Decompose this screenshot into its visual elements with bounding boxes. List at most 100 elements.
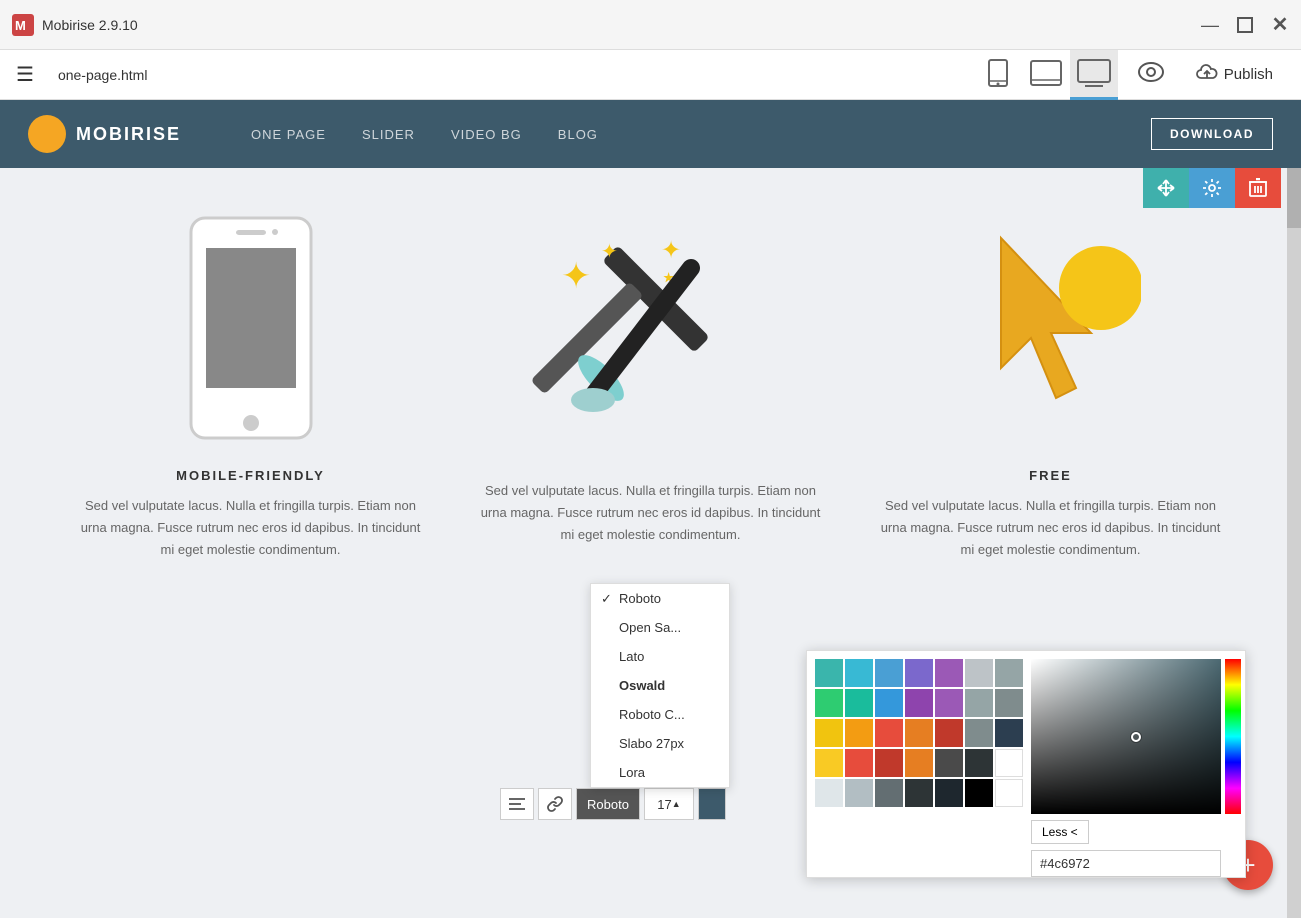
swatch-lt-gray2[interactable]	[845, 779, 873, 807]
app-navigation: MOBIRISE ONE PAGE SLIDER VIDEO BG BLOG D…	[0, 100, 1301, 168]
color-gradient-picker[interactable]	[1031, 659, 1221, 814]
maximize-button[interactable]	[1237, 17, 1253, 33]
font-option-lato[interactable]: Lato	[591, 642, 729, 671]
nav-one-page[interactable]: ONE PAGE	[251, 123, 326, 146]
feature-desc-mobile: Sed vel vulputate lacus. Nulla et fringi…	[81, 495, 421, 561]
app-brand: MOBIRISE	[28, 115, 181, 153]
swatch-dark2[interactable]	[935, 749, 963, 777]
svg-text:✦: ✦	[661, 237, 681, 264]
current-file: one-page.html	[58, 67, 954, 83]
minimize-button[interactable]: —	[1201, 16, 1219, 34]
swatch-mid-gray[interactable]	[875, 779, 903, 807]
swatch-gray-light[interactable]	[965, 659, 993, 687]
swatch-yellow2[interactable]	[815, 749, 843, 777]
font-color-button[interactable]	[698, 788, 726, 820]
title-bar: M Mobirise 2.9.10 — ✕	[0, 0, 1301, 50]
nav-video-bg[interactable]: VIDEO BG	[451, 123, 522, 146]
swatch-yellow[interactable]	[815, 719, 843, 747]
move-block-button[interactable]	[1143, 168, 1189, 208]
close-button[interactable]: ✕	[1271, 16, 1289, 34]
phone-illustration	[171, 208, 331, 448]
swatch-orange2[interactable]	[845, 749, 873, 777]
swatch-dark[interactable]	[965, 719, 993, 747]
swatch-white[interactable]	[995, 749, 1023, 777]
swatch-dark3[interactable]	[965, 749, 993, 777]
swatch-pumpkin[interactable]	[905, 749, 933, 777]
swatch-pure-black[interactable]	[965, 779, 993, 807]
app-logo-icon: M	[12, 14, 34, 36]
font-size-button[interactable]: 17 ▲	[644, 788, 694, 820]
mobile-view-button[interactable]	[974, 50, 1022, 100]
swatch-cyan[interactable]	[845, 659, 873, 687]
svg-text:✦: ✦	[601, 241, 618, 263]
magic-illustration: ✦ ✦ ✦	[531, 208, 771, 448]
swatch-red[interactable]	[875, 719, 903, 747]
publish-label: Publish	[1224, 66, 1273, 83]
font-dropdown: Roboto Open Sa... Lato Oswald Roboto C..…	[590, 583, 730, 788]
font-family-button[interactable]: Roboto	[576, 788, 640, 820]
color-picker-panel: Less <	[806, 650, 1246, 878]
swatch-blue2[interactable]	[875, 689, 903, 717]
feature-col-magic: ✦ ✦ ✦ Sed vel vulputate lacus. Nulla et …	[481, 208, 821, 546]
app-title: Mobirise 2.9.10	[42, 17, 1201, 33]
cloud-icon	[1196, 64, 1218, 85]
swatch-purple2[interactable]	[935, 689, 963, 717]
color-hex-input[interactable]	[1031, 850, 1221, 877]
download-button[interactable]: DOWNLOAD	[1151, 118, 1273, 150]
text-align-button[interactable]	[500, 788, 534, 820]
swatch-pure-white[interactable]	[995, 779, 1023, 807]
canvas-area: MOBILE-FRIENDLY Sed vel vulputate lacus.…	[0, 168, 1301, 918]
svg-text:✦: ✦	[561, 255, 591, 296]
swatch-orange[interactable]	[845, 719, 873, 747]
swatch-carrot[interactable]	[905, 719, 933, 747]
font-option-lora[interactable]: Lora	[591, 758, 729, 787]
link-button[interactable]	[538, 788, 572, 820]
swatch-green-sea[interactable]	[845, 689, 873, 717]
swatch-silver[interactable]	[965, 689, 993, 717]
swatch-blue[interactable]	[875, 659, 903, 687]
feature-col-free: FREE Sed vel vulputate lacus. Nulla et f…	[881, 208, 1221, 561]
delete-block-button[interactable]	[1235, 168, 1281, 208]
swatch-teal[interactable]	[815, 659, 843, 687]
hamburger-menu-icon[interactable]: ☰	[16, 62, 34, 87]
feature-title-mobile: MOBILE-FRIENDLY	[176, 468, 325, 483]
swatch-dk-gray[interactable]	[905, 779, 933, 807]
swatch-lt-gray[interactable]	[815, 779, 843, 807]
less-options-button[interactable]: Less <	[1031, 820, 1089, 844]
scrollbar-thumb[interactable]	[1287, 168, 1301, 228]
block-settings-button[interactable]	[1189, 168, 1235, 208]
desktop-view-button[interactable]	[1070, 50, 1118, 100]
swatch-violet[interactable]	[905, 689, 933, 717]
brand-logo-circle	[28, 115, 66, 153]
feature-desc-magic: Sed vel vulputate lacus. Nulla et fringi…	[481, 480, 821, 546]
swatch-purple-light[interactable]	[905, 659, 933, 687]
gradient-selector-dot[interactable]	[1131, 732, 1141, 742]
font-option-slabo[interactable]: Slabo 27px	[591, 729, 729, 758]
publish-button[interactable]: Publish	[1184, 56, 1285, 93]
swatch-crimson[interactable]	[875, 749, 903, 777]
swatch-red-dark[interactable]	[935, 719, 963, 747]
nav-blog[interactable]: BLOG	[558, 123, 598, 146]
preview-button[interactable]	[1138, 62, 1164, 88]
font-option-opensans[interactable]: Open Sa...	[591, 613, 729, 642]
font-option-robotoc[interactable]: Roboto C...	[591, 700, 729, 729]
window-controls: — ✕	[1201, 16, 1289, 34]
swatch-purple[interactable]	[935, 659, 963, 687]
tablet-view-button[interactable]	[1022, 50, 1070, 100]
hue-slider[interactable]	[1225, 659, 1241, 814]
font-toolbar: Roboto 17 ▲	[500, 788, 726, 820]
vertical-scrollbar[interactable]	[1287, 168, 1301, 918]
swatch-dark-gray[interactable]	[995, 689, 1023, 717]
swatch-green[interactable]	[815, 689, 843, 717]
swatch-navy[interactable]	[995, 719, 1023, 747]
feature-col-mobile: MOBILE-FRIENDLY Sed vel vulputate lacus.…	[81, 208, 421, 561]
brand-name: MOBIRISE	[76, 124, 181, 145]
swatch-gray-mid[interactable]	[995, 659, 1023, 687]
font-option-roboto[interactable]: Roboto	[591, 584, 729, 613]
svg-text:M: M	[15, 18, 26, 33]
font-option-oswald[interactable]: Oswald	[591, 671, 729, 700]
feature-title-free: FREE	[1029, 468, 1072, 483]
swatch-black[interactable]	[935, 779, 963, 807]
nav-slider[interactable]: SLIDER	[362, 123, 415, 146]
toolbar-right: Publish	[1138, 56, 1285, 93]
